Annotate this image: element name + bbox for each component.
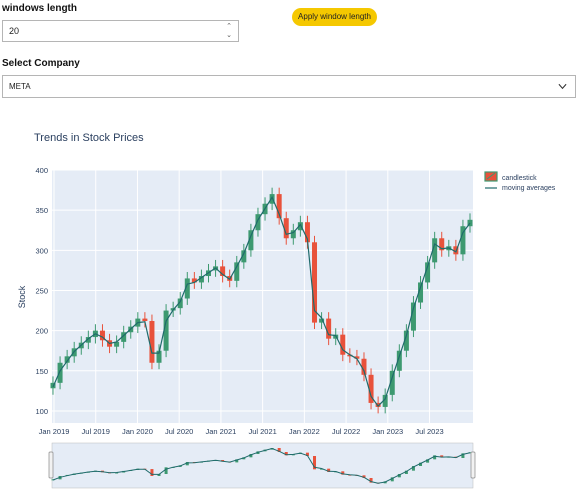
x-tick-label: Jul 2021 (248, 427, 276, 436)
y-tick-label: 300 (35, 246, 48, 255)
legend[interactable]: candlestick moving averages (484, 171, 556, 192)
x-tick-label: Jan 2022 (289, 427, 320, 436)
y-tick-label: 350 (35, 206, 48, 215)
candle-body (57, 362, 63, 383)
legend-candlestick-label[interactable]: candlestick (502, 175, 537, 182)
y-tick-label: 100 (35, 407, 48, 416)
range-slider-left-handle[interactable] (48, 451, 54, 479)
range-slider-right-handle[interactable] (470, 451, 476, 479)
y-axis-title: Stock (17, 285, 27, 308)
range-slider-track[interactable] (51, 442, 474, 489)
y-tick-label: 250 (35, 286, 48, 295)
candle-body (326, 318, 332, 339)
chart-title: Trends in Stock Prices (34, 132, 144, 144)
x-tick-label: Jul 2023 (415, 427, 443, 436)
slider-candle (150, 469, 154, 476)
range-slider[interactable] (48, 442, 476, 489)
x-tick-label: Jan 2019 (39, 427, 70, 436)
x-tick-label: Jan 2020 (122, 427, 153, 436)
app-root: windows length 20 ⌃ ⌄ Apply window lengt… (0, 0, 578, 500)
y-tick-label: 150 (35, 367, 48, 376)
x-tick-label: Jul 2022 (332, 427, 360, 436)
x-tick-label: Jan 2023 (372, 427, 403, 436)
candle-body (234, 262, 240, 281)
x-tick-label: Jan 2021 (205, 427, 236, 436)
x-tick-label: Jul 2020 (165, 427, 193, 436)
candle-body (149, 320, 155, 363)
x-tick-label: Jul 2019 (82, 427, 110, 436)
y-tick-label: 200 (35, 327, 48, 336)
stock-chart: Trends in Stock Prices 100 150 200 250 300 35… (17, 132, 556, 489)
legend-ma-label[interactable]: moving averages (502, 185, 556, 192)
y-tick-label: 400 (35, 166, 48, 175)
candle-body (142, 318, 148, 321)
